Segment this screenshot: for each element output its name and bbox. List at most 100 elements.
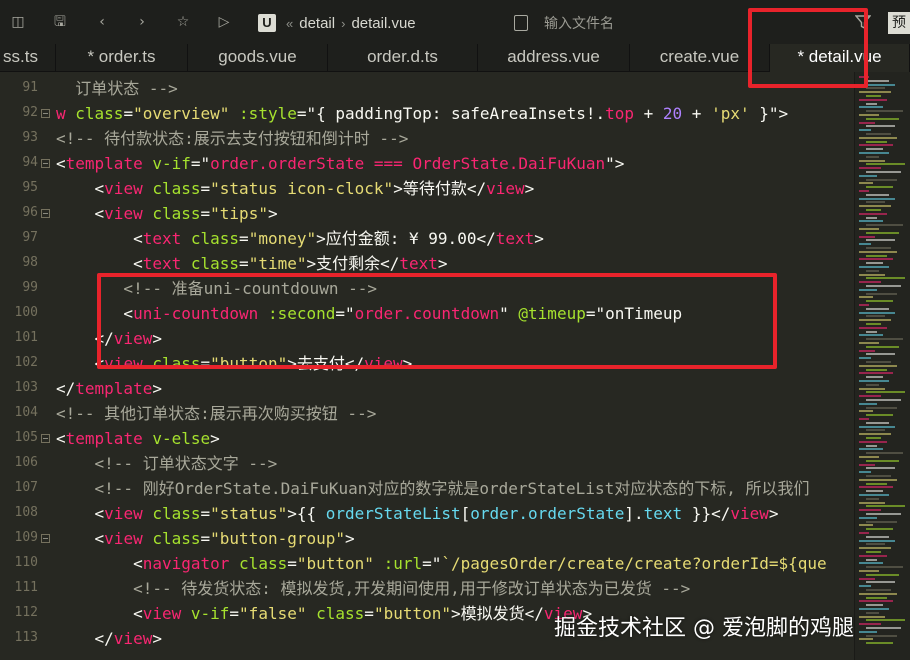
tab-ss-ts[interactable]: ss.ts <box>0 44 56 72</box>
code-token: = <box>287 554 297 573</box>
minimap-line <box>866 566 903 569</box>
code-token: "overview" <box>133 104 230 123</box>
code-line[interactable]: <text class="money">应付金额: ¥ 99.00</text> <box>56 226 544 251</box>
minimap-line <box>859 471 871 474</box>
code-token: > <box>152 629 162 648</box>
minimap-line <box>859 402 877 405</box>
minimap-line <box>859 463 875 466</box>
code-token: text <box>142 229 182 248</box>
tab-goods-vue[interactable]: goods.vue <box>188 44 328 72</box>
code-token: text <box>643 504 683 523</box>
code-line[interactable]: <view class="status icon-clock">等待付款</vi… <box>56 176 535 201</box>
minimap[interactable] <box>854 72 910 660</box>
minimap-line <box>859 121 875 124</box>
code-token: text <box>142 254 182 273</box>
minimap-line <box>866 269 879 272</box>
breadcrumb-file[interactable]: detail.vue <box>351 15 415 32</box>
line-number: 105 <box>14 430 38 445</box>
code-token: class <box>316 604 365 623</box>
minimap-line <box>866 406 897 409</box>
minimap-line <box>866 285 901 287</box>
minimap-line <box>866 429 885 432</box>
line-number: 97 <box>22 230 38 245</box>
forward-icon[interactable]: › <box>134 14 150 30</box>
minimap-line <box>866 262 883 265</box>
code-line[interactable]: <view class="tips"> <box>56 201 278 226</box>
code-line[interactable]: <!-- 待付款状态:展示去支付按钮和倒计时 --> <box>56 126 408 151</box>
code-line[interactable]: <view v-if="false" class="button">模拟发货</… <box>56 601 592 626</box>
fold-toggle-icon[interactable] <box>41 159 50 168</box>
minimap-line <box>859 304 869 306</box>
code-token: > <box>437 254 448 273</box>
code-line[interactable]: w class="overview" :style="{ paddingTop:… <box>56 101 788 126</box>
minimap-line <box>859 608 889 610</box>
window-icon[interactable]: ◫ <box>10 14 26 30</box>
fold-toggle-icon[interactable] <box>41 534 50 543</box>
minimap-line <box>859 501 885 504</box>
minimap-line <box>866 338 903 341</box>
code-line[interactable]: <view class="button-group"> <box>56 526 355 551</box>
save-icon[interactable]: 🖫 <box>52 14 68 30</box>
preview-button[interactable]: 预 <box>888 12 910 34</box>
code-line[interactable]: </template> <box>56 376 162 401</box>
tab-order-d-ts[interactable]: order.d.ts <box>328 44 478 72</box>
code-token: === <box>373 154 403 173</box>
code-token: view <box>142 604 182 623</box>
fold-toggle-icon[interactable] <box>41 209 50 218</box>
line-number: 106 <box>14 455 38 470</box>
run-icon[interactable]: ▷ <box>216 14 232 30</box>
minimap-line <box>859 250 897 253</box>
minimap-line <box>859 524 873 527</box>
minimap-line <box>859 136 897 139</box>
code-token: "button" <box>373 604 451 623</box>
code-token: class <box>190 254 240 273</box>
search-input[interactable]: 输入文件名 <box>544 13 614 33</box>
code-token: < <box>56 204 105 223</box>
code-token: v-if <box>152 154 191 173</box>
code-token: "time" <box>248 254 307 273</box>
code-line[interactable]: <template v-else> <box>56 426 220 451</box>
code-token: :url <box>383 554 423 573</box>
code-line[interactable]: <!-- 待发货状态: 模拟发货,开发期间使用,用于修改订单状态为已发货 --> <box>56 576 690 601</box>
minimap-line <box>859 387 885 390</box>
code-line[interactable]: <template v-if="order.orderState === Ord… <box>56 151 624 176</box>
minimap-line <box>866 543 885 546</box>
line-number: 100 <box>14 305 38 320</box>
code-token: = <box>200 529 211 548</box>
breadcrumb-back-icon[interactable]: « <box>286 16 293 31</box>
minimap-line <box>866 573 899 576</box>
code-token: = <box>239 229 249 248</box>
code-token: class <box>152 504 201 523</box>
star-icon[interactable]: ☆ <box>175 14 191 30</box>
file-search[interactable]: 输入文件名 <box>514 12 614 34</box>
minimap-line <box>859 372 893 375</box>
fold-toggle-icon[interactable] <box>41 434 50 443</box>
code-line[interactable]: <!-- 刚好OrderState.DaiFuKuan对应的数字就是orderS… <box>56 476 810 501</box>
minimap-line <box>859 174 877 177</box>
code-line[interactable]: <navigator class="button" :url="`/pagesO… <box>56 551 827 576</box>
code-line[interactable]: <view class="status">{{ orderStateList[o… <box>56 501 779 526</box>
tab-order-ts[interactable]: * order.ts <box>56 44 188 72</box>
code-line[interactable]: <!-- 其他订单状态:展示再次购买按钮 --> <box>56 401 376 426</box>
code-token: = <box>123 104 134 123</box>
code-token: =" <box>190 154 211 173</box>
minimap-line <box>859 623 881 626</box>
back-icon[interactable]: ‹ <box>94 14 110 30</box>
code-line[interactable]: <!-- 订单状态文字 --> <box>56 451 278 476</box>
minimap-line <box>859 532 869 534</box>
code-token: v-else <box>152 429 211 448</box>
code-token: </ <box>56 629 114 648</box>
code-token: text <box>399 254 438 273</box>
code-line[interactable]: 订单状态 --> <box>56 76 178 101</box>
code-token: 订单状态 --> <box>56 79 178 98</box>
breadcrumb-folder[interactable]: detail <box>299 15 335 32</box>
minimap-line <box>859 425 895 428</box>
code-line[interactable]: </view> <box>56 626 162 651</box>
minimap-line <box>866 520 897 523</box>
tab-address-vue[interactable]: address.vue <box>478 44 630 72</box>
minimap-line <box>866 535 889 538</box>
fold-toggle-icon[interactable] <box>41 109 50 118</box>
